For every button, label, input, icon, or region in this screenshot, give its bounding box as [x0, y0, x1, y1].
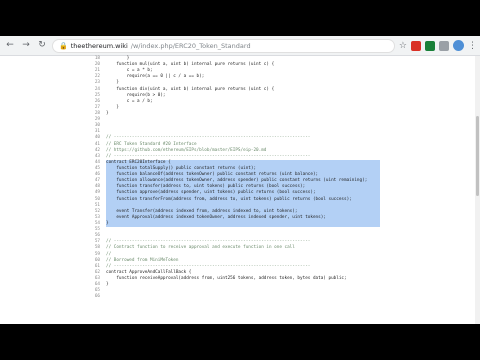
- bookmark-star-icon[interactable]: ☆: [399, 41, 407, 51]
- back-icon[interactable]: ←: [4, 40, 16, 52]
- extension-icon[interactable]: [425, 40, 435, 51]
- page-content: 18 } 20 function mul(uint a, uint b) inte…: [0, 56, 480, 324]
- extension-icon[interactable]: [439, 40, 449, 51]
- extension-icon[interactable]: [411, 40, 421, 51]
- code-block: 18 } 20 function mul(uint a, uint b) inte…: [90, 56, 380, 300]
- scrollbar-thumb[interactable]: [476, 116, 479, 196]
- code-line: 66: [90, 294, 380, 300]
- url-path: /w/index.php/ERC20_Token_Standard: [130, 41, 251, 50]
- letterbox-top: [0, 0, 480, 36]
- letterbox-bottom: [0, 324, 480, 360]
- profile-avatar[interactable]: [453, 40, 464, 51]
- url-host: theethereum.wiki: [70, 41, 128, 50]
- scrollbar[interactable]: [475, 56, 480, 324]
- line-number: 66: [94, 294, 100, 300]
- address-bar[interactable]: 🔒 theethereum.wiki/w/index.php/ERC20_Tok…: [52, 38, 395, 53]
- menu-dots-icon[interactable]: ⋮: [468, 41, 477, 51]
- lock-icon: 🔒: [59, 41, 68, 50]
- forward-icon[interactable]: →: [20, 40, 32, 52]
- browser-window: ← → ↻ 🔒 theethereum.wiki/w/index.php/ERC…: [0, 36, 480, 324]
- reload-icon[interactable]: ↻: [36, 40, 48, 52]
- video-frame: ← → ↻ 🔒 theethereum.wiki/w/index.php/ERC…: [0, 0, 480, 360]
- browser-toolbar: ← → ↻ 🔒 theethereum.wiki/w/index.php/ERC…: [0, 36, 480, 56]
